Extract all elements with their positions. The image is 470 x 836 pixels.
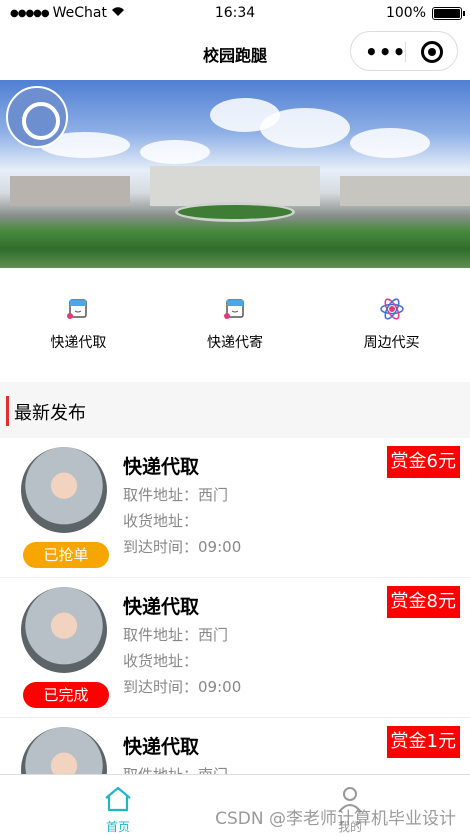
avatar bbox=[21, 447, 107, 533]
pickup-line: 取件地址：西门 bbox=[123, 626, 229, 644]
close-miniprogram-icon[interactable] bbox=[421, 41, 443, 63]
order-card[interactable]: 已完成 快递代取 取件地址：西门 收货地址： 到达时间：09:00 赏金8元 bbox=[0, 578, 470, 718]
box-icon bbox=[65, 296, 91, 322]
status-bar: ●●●●● WeChat 16:34 100% bbox=[0, 0, 470, 28]
box-icon bbox=[222, 296, 248, 322]
battery-percent: 100% bbox=[385, 5, 426, 21]
delivery-line: 收货地址： bbox=[123, 652, 199, 670]
section-accent-bar bbox=[6, 396, 9, 426]
tab-label: 首页 bbox=[105, 820, 130, 834]
avatar bbox=[21, 587, 107, 673]
navigation-bar: 校园跑腿 ••• bbox=[0, 28, 470, 80]
capsule-divider bbox=[405, 42, 406, 62]
menu-express-pickup[interactable]: 快递代取 bbox=[0, 268, 157, 382]
capsule-menu: ••• bbox=[350, 31, 458, 71]
reward-tag: 赏金8元 bbox=[386, 586, 460, 618]
service-menu: 快递代取 快递代寄 周边代买 bbox=[0, 268, 470, 382]
pickup-line: 取件地址：西门 bbox=[123, 486, 229, 504]
battery-icon bbox=[432, 6, 465, 20]
campus-banner[interactable] bbox=[0, 80, 470, 268]
menu-label: 周边代买 bbox=[363, 335, 420, 351]
home-icon bbox=[105, 786, 131, 812]
atom-icon bbox=[379, 296, 405, 322]
arrival-line: 到达时间：09:00 bbox=[123, 678, 242, 696]
status-badge: 已抢单 bbox=[23, 542, 109, 568]
tab-home[interactable]: 首页 bbox=[78, 785, 158, 835]
delivery-line: 收货地址： bbox=[123, 512, 199, 530]
reward-tag: 赏金6元 bbox=[386, 446, 460, 478]
order-title: 快递代取 bbox=[123, 456, 200, 478]
menu-label: 快递代寄 bbox=[207, 335, 263, 351]
section-title: 最新发布 bbox=[14, 403, 86, 424]
battery-group: 100% bbox=[385, 5, 465, 21]
order-title: 快递代取 bbox=[123, 736, 200, 758]
watermark: CSDN @李老师计算机毕业设计 bbox=[215, 809, 456, 829]
menu-nearby-purchase[interactable]: 周边代买 bbox=[313, 268, 470, 382]
status-badge: 已完成 bbox=[23, 682, 109, 708]
order-title: 快递代取 bbox=[123, 596, 200, 618]
arrival-line: 到达时间：09:00 bbox=[123, 538, 242, 556]
more-icon[interactable]: ••• bbox=[365, 42, 406, 62]
order-card[interactable]: 已抢单 快递代取 取件地址：西门 收货地址： 到达时间：09:00 赏金6元 bbox=[0, 438, 470, 578]
university-logo bbox=[6, 86, 68, 148]
reward-tag: 赏金1元 bbox=[386, 726, 460, 758]
menu-label: 快递代取 bbox=[50, 335, 107, 351]
menu-express-send[interactable]: 快递代寄 bbox=[157, 268, 314, 382]
section-header: 最新发布 bbox=[0, 382, 470, 438]
